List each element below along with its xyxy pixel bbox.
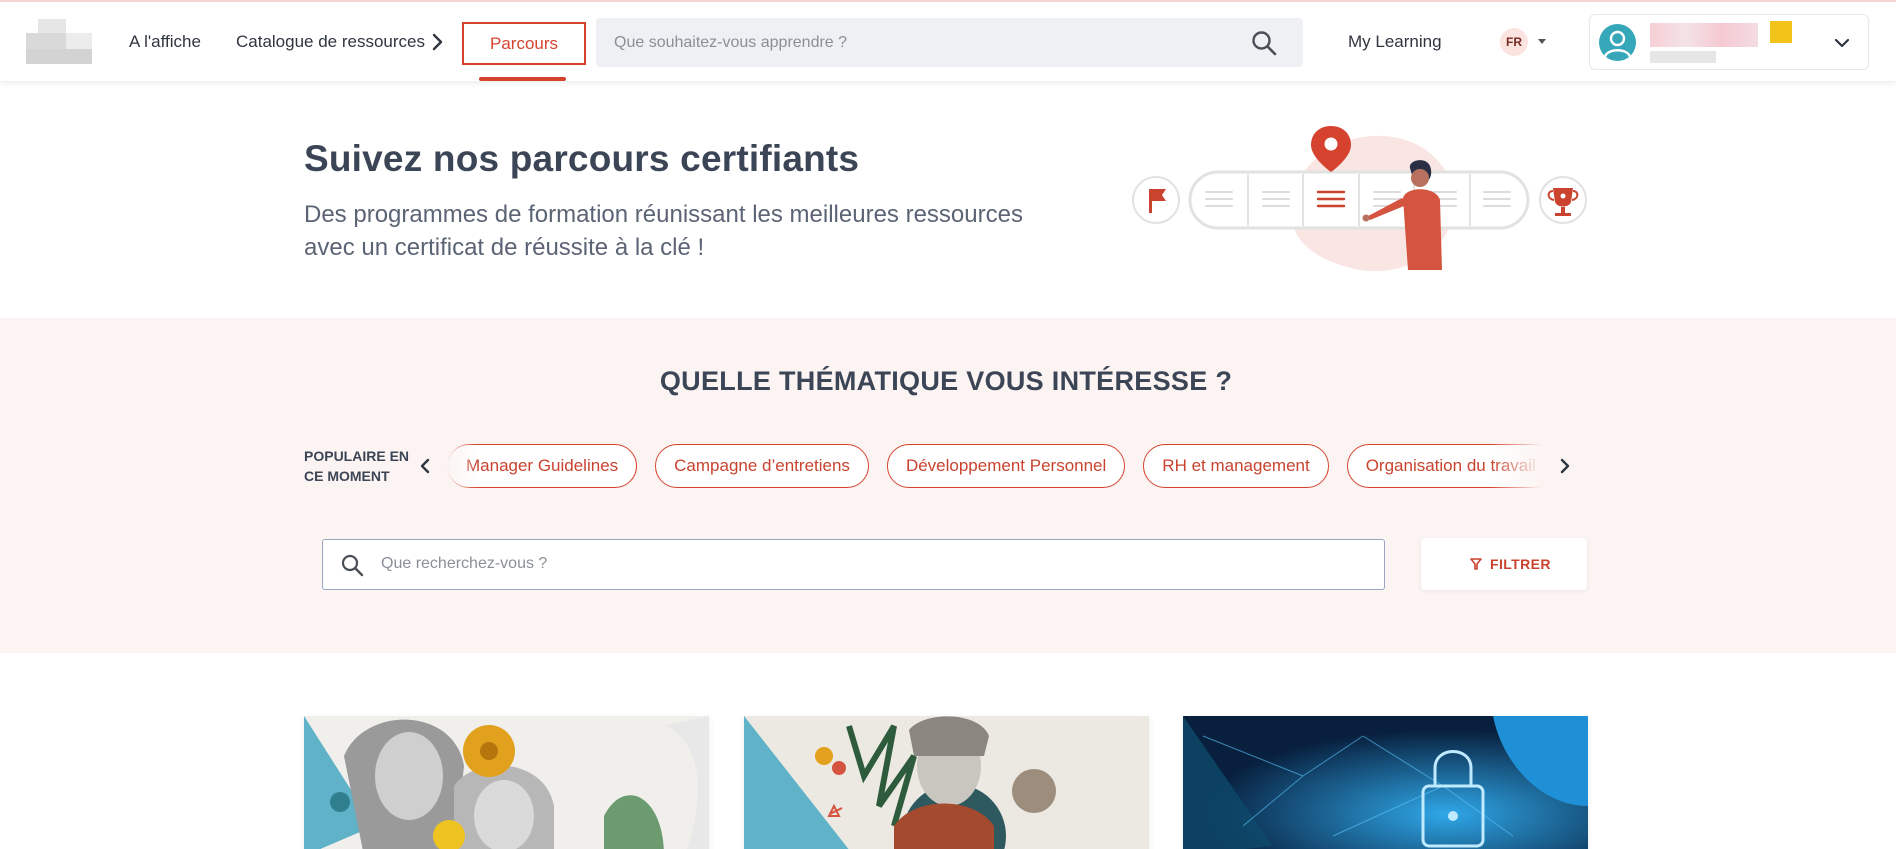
language-badge: FR [1500, 28, 1528, 56]
carousel-fade-right [1490, 441, 1542, 491]
filter-icon [1470, 558, 1482, 570]
course-card-image [304, 716, 709, 849]
chip-campagne-entretiens[interactable]: Campagne d’entretiens [655, 444, 869, 488]
top-header: A l'affiche Catalogue de ressources Parc… [0, 0, 1896, 81]
catalog-search-input[interactable] [381, 540, 1361, 588]
section-title: QUELLE THÉMATIQUE VOUS INTÉRESSE ? [659, 366, 1233, 396]
nav-a-l-affiche[interactable]: A l'affiche [129, 2, 201, 81]
flag-icon [1132, 176, 1180, 224]
course-card[interactable] [744, 716, 1149, 849]
carousel-fade-left [447, 441, 477, 491]
course-card[interactable] [304, 716, 709, 849]
learning-path-illustration [1132, 126, 1587, 272]
nav-catalogue-de-ressources[interactable]: Catalogue de ressources [236, 2, 425, 81]
popular-label: POPULAIRE EN CE MOMENT [304, 446, 414, 486]
global-search-input[interactable] [614, 18, 1214, 67]
trophy-icon [1539, 176, 1587, 224]
filter-button[interactable]: FILTRER [1421, 538, 1587, 590]
active-tab-indicator [479, 77, 566, 81]
company-logo[interactable] [26, 19, 92, 64]
chip-rh-et-management[interactable]: RH et management [1143, 444, 1329, 488]
nav-my-learning[interactable]: My Learning [1348, 2, 1442, 81]
caret-down-icon [1538, 39, 1546, 44]
popular-label-line-1: POPULAIRE EN [304, 448, 410, 464]
nav-parcours[interactable]: Parcours [462, 22, 586, 65]
search-icon [341, 554, 364, 577]
user-detail-redacted [1650, 51, 1716, 63]
chip-developpement-personnel[interactable]: Développement Personnel [886, 444, 1126, 488]
chevron-right-icon[interactable] [428, 30, 448, 54]
page-title: Suivez nos parcours certifiants [304, 138, 860, 179]
thematic-chips-track: Manager Guidelines Campagne d’entretiens… [447, 444, 1541, 488]
avatar [1599, 24, 1636, 61]
page-subtitle-line-1: Des programmes de formation réunissant l… [304, 201, 1023, 228]
global-search-bar [596, 18, 1303, 67]
page-subtitle-line-2: avec un certificat de réussite à la clé … [304, 234, 705, 261]
popular-label-line-2: CE MOMENT [304, 468, 390, 484]
course-card-image [1183, 716, 1588, 849]
thematic-chips-carousel: Manager Guidelines Campagne d’entretiens… [447, 441, 1541, 491]
course-card-image [744, 716, 1149, 849]
filter-button-label: FILTRER [1490, 556, 1551, 572]
catalog-search-bar [322, 539, 1385, 590]
user-profile-menu[interactable] [1589, 14, 1869, 70]
course-card[interactable] [1183, 716, 1588, 849]
search-icon[interactable] [1251, 30, 1277, 56]
chevron-right-icon[interactable] [1553, 455, 1575, 477]
chevron-down-icon[interactable] [1832, 33, 1852, 53]
chevron-left-icon[interactable] [415, 455, 437, 477]
user-icon [1603, 30, 1632, 58]
user-name-redacted [1650, 23, 1758, 47]
notification-badge-redacted [1770, 21, 1792, 43]
page-subtitle: Des programmes de formation réunissant l… [304, 198, 1064, 264]
